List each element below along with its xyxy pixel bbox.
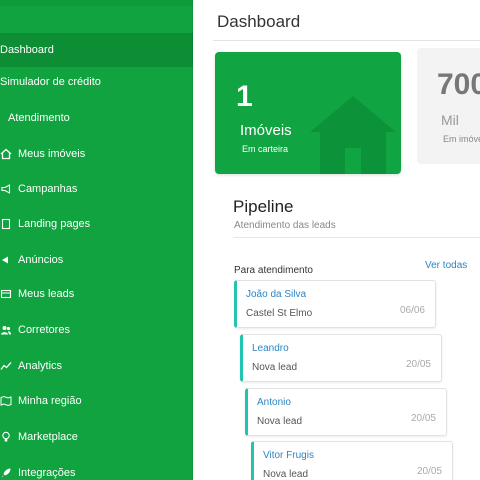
sidebar: Dashboard Simulador de crédito Atendimen… — [0, 0, 193, 480]
lead-status: Nova lead — [257, 416, 303, 427]
see-all-link[interactable]: Ver todas — [425, 260, 467, 271]
lead-status: Nova lead — [263, 469, 309, 480]
title-divider — [213, 40, 480, 41]
lead-card[interactable]: Vitor Frugis Nova lead 20/05 — [251, 441, 453, 480]
sidebar-item-landing-pages[interactable]: Landing pages — [0, 207, 193, 241]
sidebar-item-campanhas[interactable]: Campanhas — [0, 172, 193, 206]
sidebar-item-meus-leads[interactable]: Meus leads — [0, 277, 193, 311]
sidebar-item-analytics[interactable]: Analytics — [0, 349, 193, 383]
lead-name: Leandro — [252, 343, 289, 354]
pipeline-title: Pipeline — [233, 197, 294, 216]
pipeline-divider — [233, 237, 480, 238]
chart-line-icon — [0, 360, 12, 372]
sidebar-item-label: Minha região — [18, 395, 82, 407]
stat-value: 1 — [236, 80, 253, 113]
lead-date: 20/05 — [416, 466, 442, 477]
chat-icon — [0, 112, 4, 124]
sidebar-item-label: Marketplace — [18, 431, 78, 443]
lead-card[interactable]: João da Silva Castel St Elmo 06/06 — [234, 280, 436, 328]
rocket-icon — [0, 467, 12, 479]
sidebar-item-label: Analytics — [18, 360, 63, 372]
stat-value: 700 — [437, 68, 480, 101]
pipeline-column-title: Para atendimento — [234, 265, 313, 276]
megaphone-icon — [0, 183, 12, 195]
main-content: Dashboard 1 Imóveis Em carteira 700 Mil … — [193, 0, 480, 480]
sidebar-item-label: Atendimento — [8, 112, 70, 124]
sidebar-item-label: Integrações — [18, 467, 76, 479]
sidebar-item-label: Corretores — [18, 324, 70, 336]
page-icon — [0, 218, 12, 230]
lead-card[interactable]: Antonio Nova lead 20/05 — [245, 388, 447, 436]
lead-date: 06/06 — [399, 305, 425, 316]
lead-status: Nova lead — [252, 362, 298, 373]
sidebar-item-integracoes[interactable]: Integrações — [0, 456, 193, 480]
stat-label: Mil — [441, 112, 459, 128]
stat-card-valor[interactable]: 700 Mil Em imóve — [417, 48, 480, 164]
sidebar-item-meus-imoveis[interactable]: Meus imóveis — [0, 137, 193, 171]
sidebar-item-label: Landing pages — [18, 218, 91, 230]
ads-icon — [0, 254, 12, 266]
lead-name: Vitor Frugis — [263, 450, 314, 461]
sidebar-item-dashboard[interactable]: Dashboard — [0, 33, 193, 67]
lead-name: Antonio — [257, 397, 291, 408]
sidebar-item-label: Anúncios — [18, 254, 64, 266]
home-icon — [0, 148, 12, 160]
page-title: Dashboard — [217, 12, 301, 31]
stat-card-imoveis[interactable]: 1 Imóveis Em carteira — [215, 52, 401, 174]
lead-status: Castel St Elmo — [246, 308, 313, 319]
sidebar-item-anuncios[interactable]: Anúncios — [0, 243, 193, 277]
lead-card[interactable]: Leandro Nova lead 20/05 — [240, 334, 442, 382]
house-icon — [310, 96, 396, 174]
sidebar-topbar — [0, 0, 193, 6]
stat-label: Imóveis — [240, 122, 292, 139]
sidebar-item-label: Meus leads — [18, 288, 75, 300]
map-icon — [0, 395, 12, 407]
sidebar-item-marketplace[interactable]: Marketplace — [0, 420, 193, 454]
sidebar-item-atendimento[interactable]: Atendimento — [0, 101, 193, 135]
lead-name: João da Silva — [246, 289, 307, 300]
pipeline-subtitle: Atendimento das leads — [234, 220, 336, 231]
sidebar-item-simulador[interactable]: Simulador de crédito — [0, 65, 193, 99]
sidebar-item-label: Dashboard — [0, 44, 54, 56]
lead-date: 20/05 — [410, 413, 436, 424]
sidebar-item-label: Simulador de crédito — [0, 76, 101, 88]
users-icon — [0, 324, 12, 336]
sidebar-item-label: Campanhas — [18, 183, 78, 195]
stat-sublabel: Em carteira — [242, 144, 289, 154]
sidebar-item-corretores[interactable]: Corretores — [0, 313, 193, 347]
lead-date: 20/05 — [405, 359, 431, 370]
leads-icon — [0, 288, 12, 300]
sidebar-item-label: Meus imóveis — [18, 148, 86, 160]
sidebar-item-minha-regiao[interactable]: Minha região — [0, 384, 193, 418]
stat-sublabel: Em imóve — [443, 134, 480, 144]
lightbulb-icon — [0, 431, 12, 443]
